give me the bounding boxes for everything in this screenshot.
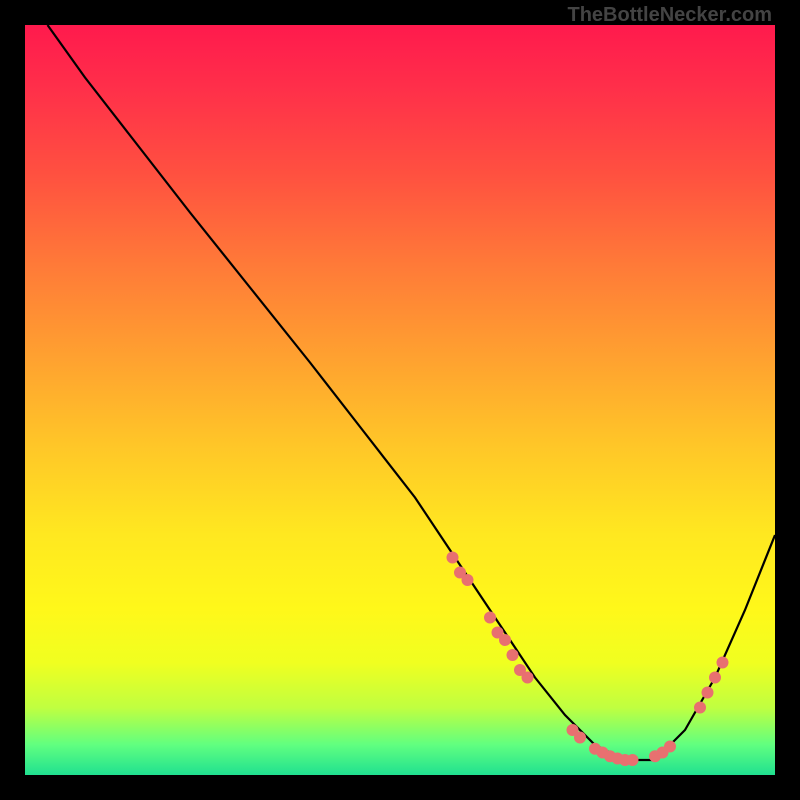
chart-overlay: [25, 25, 775, 775]
bottleneck-curve: [48, 25, 776, 760]
data-markers: [447, 552, 729, 767]
data-point: [499, 634, 511, 646]
data-point: [522, 672, 534, 684]
data-point: [462, 574, 474, 586]
data-point: [447, 552, 459, 564]
data-point: [702, 687, 714, 699]
data-point: [694, 702, 706, 714]
data-point: [484, 612, 496, 624]
watermark-text: TheBottleNecker.com: [567, 4, 772, 27]
data-point: [507, 649, 519, 661]
data-point: [664, 741, 676, 753]
data-point: [627, 754, 639, 766]
chart-container: TheBottleNecker.com: [0, 0, 800, 800]
data-point: [574, 732, 586, 744]
data-point: [709, 672, 721, 684]
data-point: [717, 657, 729, 669]
